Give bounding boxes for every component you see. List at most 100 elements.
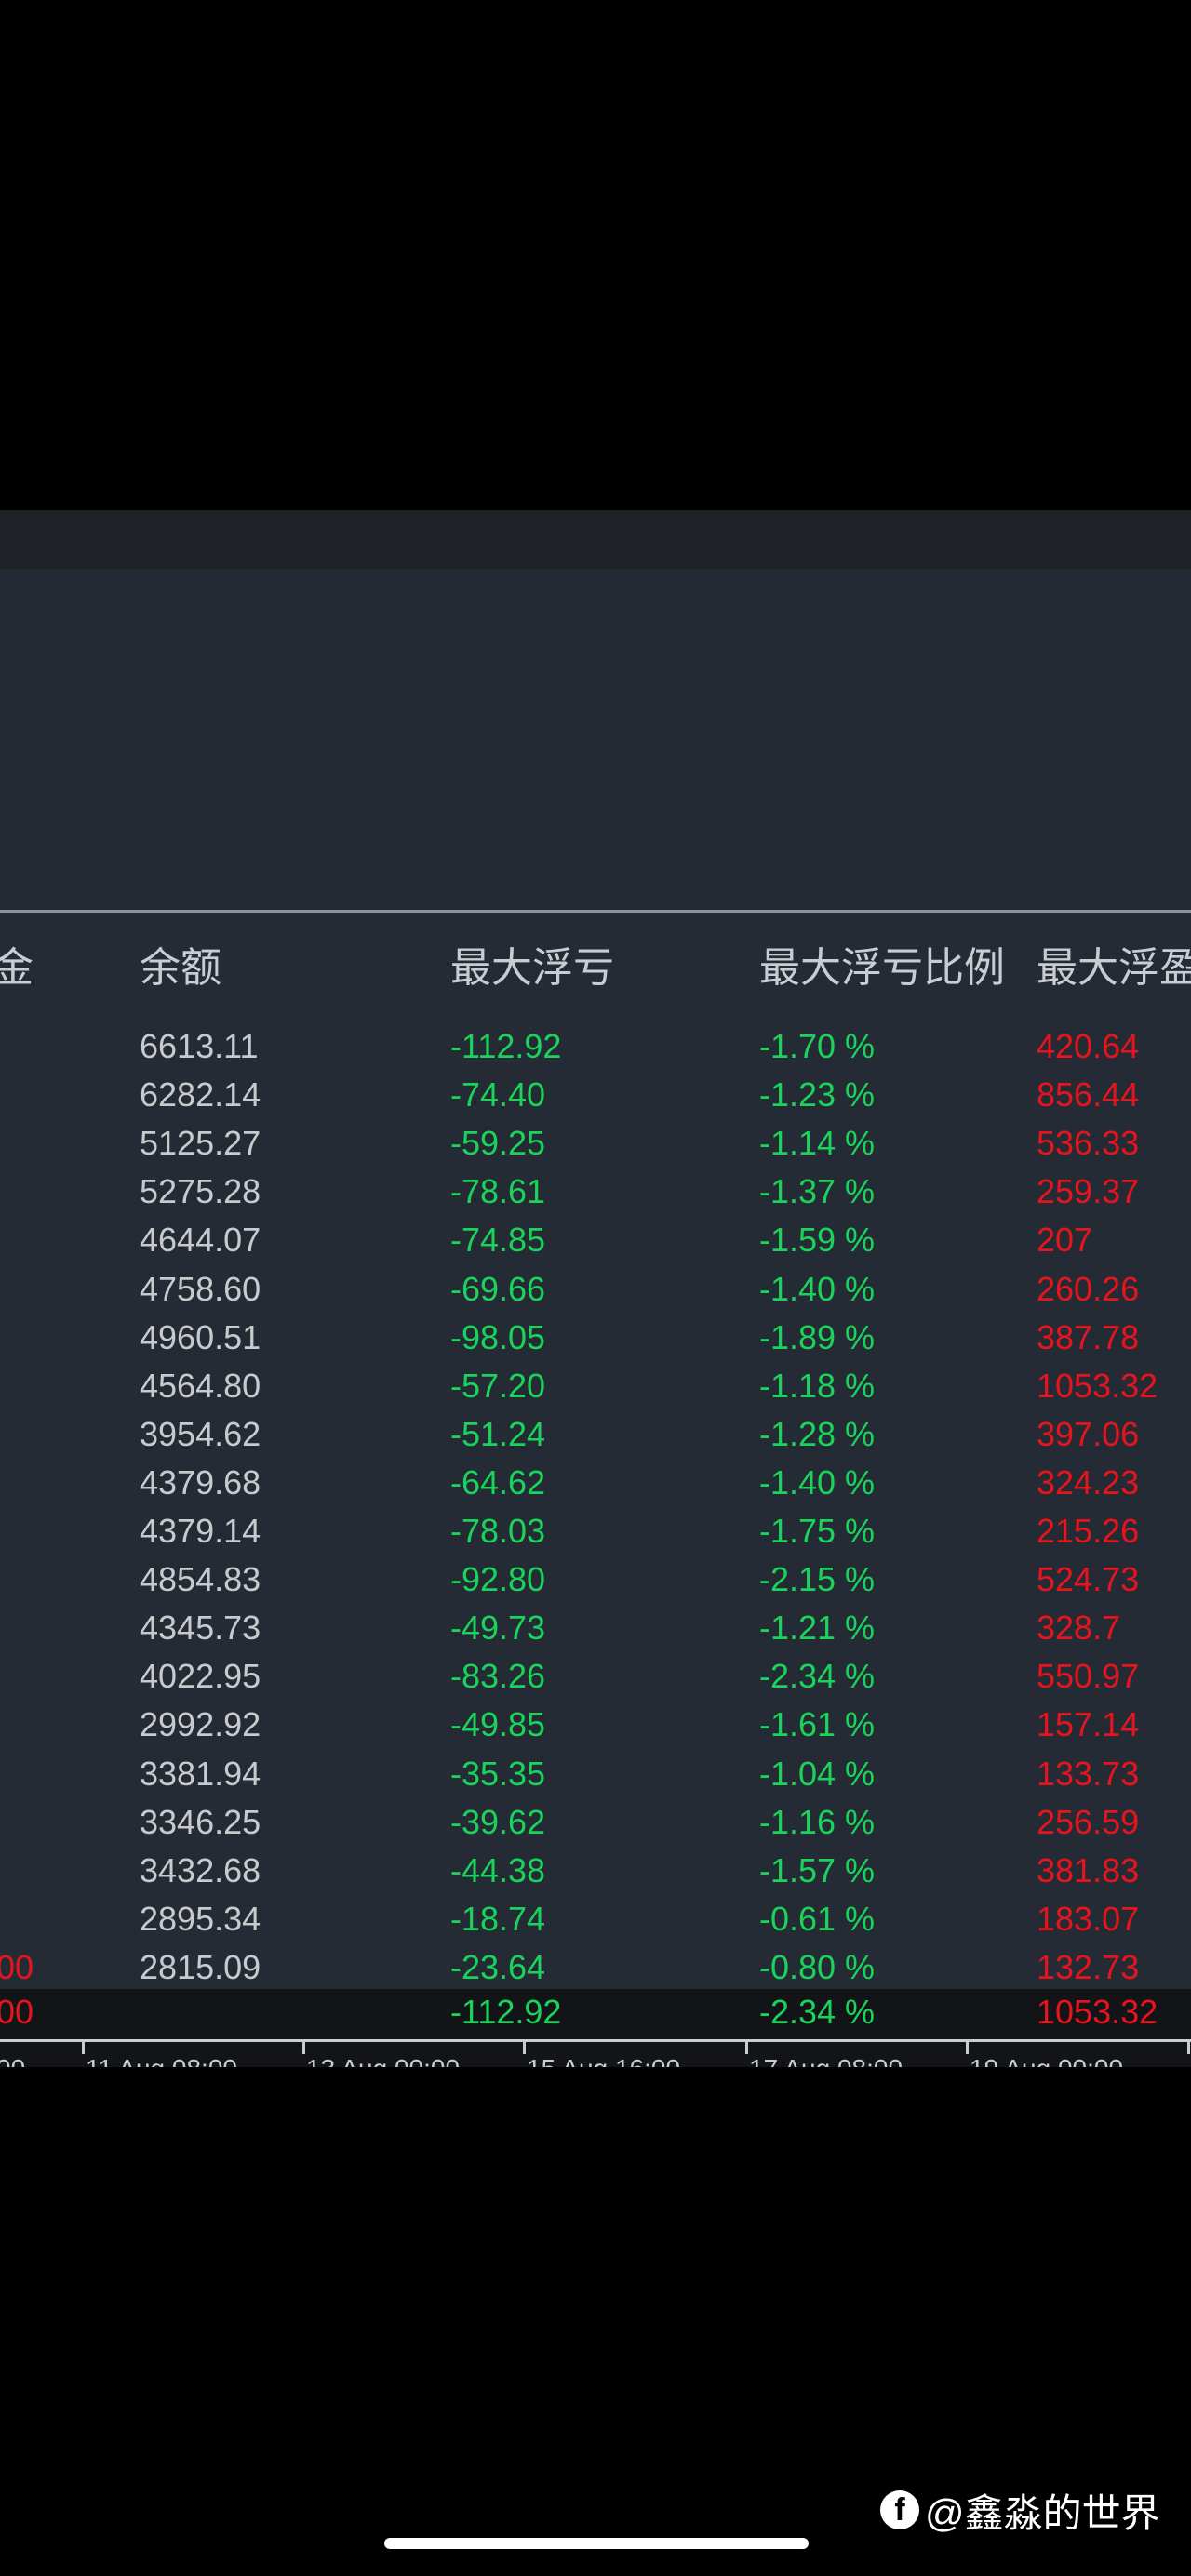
table-total-row: 00 -112.92 -2.34 % 1053.32 [0, 1989, 1191, 2035]
balance-cell: 4854.83 [140, 1560, 261, 1599]
time-axis-tick [302, 2039, 305, 2054]
max-floating-loss-cell: -83.26 [450, 1657, 546, 1696]
time-axis-tick [82, 2039, 85, 2054]
max-floating-profit-cell: 550.97 [1037, 1657, 1140, 1696]
balance-cell: 6613.11 [140, 1027, 259, 1065]
balance-cell: 4379.68 [140, 1462, 261, 1502]
max-floating-loss-cell: -57.20 [450, 1366, 546, 1405]
time-axis-label: 13 Aug 00:00 [306, 2056, 460, 2068]
max-floating-loss-cell: -74.85 [450, 1221, 546, 1260]
max-floating-loss-cell: -92.80 [450, 1560, 546, 1599]
max-floating-loss-ratio-cell: -1.04 % [759, 1754, 876, 1793]
max-floating-loss-ratio-cell: -1.18 % [759, 1366, 876, 1405]
balance-line-chart-svg [0, 569, 1191, 912]
max-floating-loss-cell: -39.62 [450, 1802, 546, 1841]
watermark-text: @鑫淼的世界 [925, 2490, 1160, 2535]
max-floating-loss-ratio-cell: -1.40 % [759, 1269, 876, 1308]
time-axis-tick [1187, 2039, 1190, 2054]
max-floating-profit-cell: 420.64 [1037, 1027, 1140, 1065]
balance-cell: 4345.73 [140, 1608, 261, 1648]
balance-cell: 4644.07 [140, 1221, 261, 1260]
max-floating-profit-cell: 1053.32 [1037, 1366, 1158, 1405]
balance-cell: 4960.51 [140, 1317, 261, 1356]
max-floating-profit-cell: 133.73 [1037, 1754, 1140, 1793]
report-table: 金 余额 最大浮亏 最大浮亏比例 最大浮盈 6613.11 -112.92 -1.7… [0, 913, 1191, 1989]
max-floating-loss-ratio-cell: -1.16 % [759, 1802, 876, 1841]
max-floating-profit-cell: 207 [1037, 1221, 1093, 1260]
max-floating-loss-ratio-cell: -1.57 % [759, 1850, 876, 1889]
max-floating-profit-cell: 536.33 [1037, 1124, 1140, 1163]
balance-cell: 5275.28 [140, 1172, 261, 1211]
balance-cell: 4564.80 [140, 1366, 261, 1405]
time-axis: 00 11 Aug 08:00 13 Aug 00:00 15 Aug 16:0… [0, 2035, 1191, 2067]
max-floating-profit-cell: 259.37 [1037, 1172, 1140, 1211]
max-floating-profit-cell: 524.73 [1037, 1560, 1140, 1599]
balance-cell: 3346.25 [140, 1802, 261, 1841]
max-floating-loss-cell: -18.74 [450, 1899, 546, 1938]
max-floating-loss-cell: -74.40 [450, 1075, 546, 1114]
max-floating-profit-cell: 132.73 [1037, 1947, 1140, 1986]
max-floating-loss-cell: -78.61 [450, 1172, 546, 1211]
partial-value: 00 [0, 1947, 34, 1986]
max-floating-loss-ratio-cell: -1.37 % [759, 1172, 876, 1211]
balance-cell: 3954.62 [140, 1414, 261, 1453]
time-axis-line [0, 2039, 1191, 2042]
max-floating-profit-cell: 157.14 [1037, 1705, 1140, 1744]
time-axis-label: 19 Aug 00:00 [970, 2056, 1123, 2068]
header-max-floating-loss[interactable]: 最大浮亏 [450, 948, 614, 989]
total-max-floating-profit: 1053.32 [1037, 1993, 1158, 2031]
max-floating-loss-cell: -112.92 [450, 1027, 562, 1065]
max-floating-loss-ratio-cell: -0.61 % [759, 1899, 876, 1938]
balance-cell: 3432.68 [140, 1850, 261, 1889]
max-floating-profit-cell: 256.59 [1037, 1802, 1140, 1841]
balance-cell: 6282.14 [140, 1075, 261, 1114]
balance-cell: 2895.34 [140, 1899, 261, 1938]
header-balance[interactable]: 余额 [140, 948, 221, 989]
max-floating-loss-ratio-cell: -1.40 % [759, 1462, 876, 1502]
max-floating-loss-ratio-cell: -1.61 % [759, 1705, 876, 1744]
time-axis-tick [745, 2039, 748, 2054]
total-max-floating-loss: -112.92 [450, 1993, 562, 2031]
max-floating-profit-cell: 324.23 [1037, 1462, 1140, 1502]
window-top-bar [0, 510, 1191, 569]
max-floating-loss-cell: -64.62 [450, 1462, 546, 1502]
max-floating-loss-ratio-cell: -1.28 % [759, 1414, 876, 1453]
max-floating-loss-cell: -51.24 [450, 1414, 546, 1453]
max-floating-profit-cell: 387.78 [1037, 1317, 1140, 1356]
balance-cell: 4758.60 [140, 1269, 261, 1308]
header-partial-column[interactable]: 金 [0, 948, 33, 989]
max-floating-loss-cell: -49.73 [450, 1608, 546, 1648]
time-axis-label: 15 Aug 16:00 [527, 2056, 680, 2068]
balance-cell: 2992.92 [140, 1705, 261, 1744]
header-max-floating-profit[interactable]: 最大浮盈 [1037, 948, 1191, 989]
time-axis-label: 11 Aug 08:00 [86, 2056, 237, 2068]
max-floating-loss-ratio-cell: -1.21 % [759, 1608, 876, 1648]
time-axis-label: 17 Aug 08:00 [749, 2056, 903, 2068]
balance-cell: 3381.94 [140, 1754, 261, 1793]
max-floating-loss-cell: -78.03 [450, 1512, 546, 1550]
balance-chart [0, 569, 1191, 912]
time-axis-tick [523, 2039, 526, 2054]
balance-cell: 2815.09 [140, 1947, 261, 1986]
max-floating-profit-cell: 215.26 [1037, 1512, 1140, 1550]
max-floating-loss-ratio-cell: -2.15 % [759, 1560, 876, 1599]
max-floating-loss-ratio-cell: -1.70 % [759, 1027, 876, 1065]
home-indicator[interactable] [384, 2538, 809, 2549]
max-floating-loss-ratio-cell: -1.59 % [759, 1221, 876, 1260]
time-axis-tick [966, 2039, 969, 2054]
max-floating-loss-cell: -44.38 [450, 1850, 546, 1889]
balance-cell: 4022.95 [140, 1657, 261, 1696]
max-floating-loss-cell: -49.85 [450, 1705, 546, 1744]
total-partial-value: 00 [0, 1993, 34, 2031]
header-max-floating-loss-ratio[interactable]: 最大浮亏比例 [759, 948, 1005, 989]
max-floating-loss-ratio-cell: -1.23 % [759, 1075, 876, 1114]
max-floating-loss-ratio-cell: -2.34 % [759, 1657, 876, 1696]
balance-cell: 5125.27 [140, 1124, 261, 1163]
max-floating-loss-ratio-cell: -0.80 % [759, 1947, 876, 1986]
max-floating-profit-cell: 328.7 [1037, 1608, 1121, 1648]
balance-cell: 4379.14 [140, 1512, 261, 1550]
max-floating-profit-cell: 381.83 [1037, 1850, 1140, 1889]
max-floating-loss-cell: -59.25 [450, 1124, 546, 1163]
max-floating-loss-ratio-cell: -1.14 % [759, 1124, 876, 1163]
max-floating-loss-cell: -98.05 [450, 1317, 546, 1356]
